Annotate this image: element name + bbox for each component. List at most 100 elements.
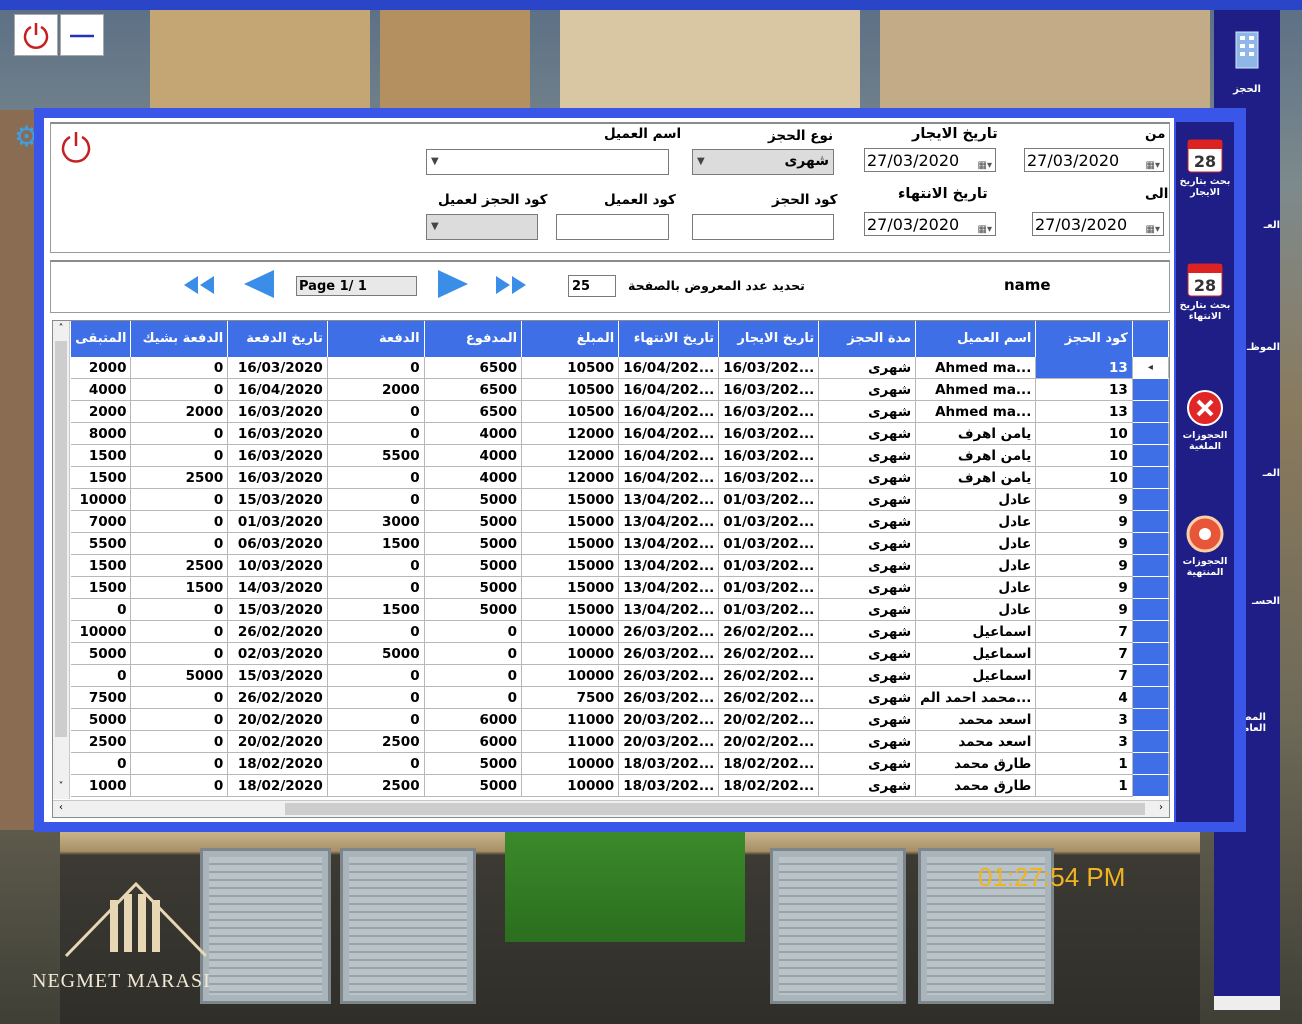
table-cell[interactable]: 6500 (424, 400, 523, 423)
table-cell[interactable]: 10000 (521, 752, 620, 775)
table-cell[interactable]: 0 (130, 488, 229, 511)
table-cell[interactable]: 10000 (521, 620, 620, 643)
grid-vertical-scrollbar[interactable]: ˄ ˅ (53, 321, 70, 799)
table-cell[interactable]: 1500 (71, 466, 132, 489)
table-cell[interactable]: عادل (915, 576, 1037, 599)
table-cell[interactable]: 0 (71, 664, 132, 687)
table-cell[interactable]: 10000 (71, 488, 132, 511)
table-cell[interactable]: 9 (1035, 554, 1133, 577)
table-cell[interactable]: طارق محمد (915, 774, 1037, 797)
table-cell[interactable]: 0 (327, 400, 425, 423)
table-row[interactable]: 7500 0 26/02/2020 0 0 7500 26/03/202... 26/02/2… (71, 686, 1169, 709)
column-header[interactable]: المتبقى (71, 321, 132, 357)
rent-date-picker[interactable]: 27/03/2020 ▦▾ (864, 148, 996, 172)
table-cell[interactable]: 8000 (71, 422, 132, 445)
scroll-right-icon[interactable]: › (1159, 802, 1163, 813)
customer-name-select[interactable]: ▼ (426, 149, 669, 175)
row-header[interactable] (1132, 378, 1169, 401)
table-cell[interactable]: 01/03/2020 (227, 510, 328, 533)
table-cell[interactable]: 0 (130, 357, 229, 379)
table-cell[interactable]: شهرى (818, 422, 917, 445)
table-cell[interactable]: اسماعيل (915, 620, 1037, 643)
customer-booking-code-select[interactable]: ▼ (426, 214, 538, 240)
table-cell[interactable]: 5500 (327, 444, 425, 467)
table-cell[interactable]: شهرى (818, 664, 917, 687)
table-cell[interactable]: طارق محمد (915, 752, 1037, 775)
table-cell[interactable]: 15/03/2020 (227, 664, 328, 687)
column-header[interactable]: الدفعة بشيك (130, 321, 229, 357)
table-cell[interactable]: اسماعيل (915, 642, 1037, 665)
table-cell[interactable]: 0 (130, 378, 229, 401)
table-cell[interactable]: 01/03/202... (718, 488, 820, 511)
table-cell[interactable]: 2000 (130, 400, 229, 423)
table-cell[interactable]: 1500 (71, 576, 132, 599)
column-header[interactable]: الدفعة (327, 321, 425, 357)
table-cell[interactable]: 16/04/202... (618, 466, 720, 489)
table-cell[interactable]: 16/03/202... (718, 444, 820, 467)
table-row[interactable]: 2000 2000 16/03/2020 0 6500 10500 16/04/202...… (71, 400, 1169, 423)
table-cell[interactable]: شهرى (818, 400, 917, 423)
table-cell[interactable]: Ahmed ma... (915, 378, 1037, 401)
table-cell[interactable]: شهرى (818, 510, 917, 533)
table-cell[interactable]: 10500 (521, 400, 620, 423)
table-row[interactable]: 10000 0 26/02/2020 0 0 10000 26/03/202... 26/02… (71, 620, 1169, 643)
table-cell[interactable]: 1500 (71, 444, 132, 467)
scroll-thumb[interactable] (55, 341, 67, 737)
table-cell[interactable]: 12000 (521, 422, 620, 445)
table-cell[interactable]: 9 (1035, 532, 1133, 555)
table-cell[interactable]: 15000 (521, 532, 620, 555)
table-cell[interactable]: 26/02/2020 (227, 686, 328, 709)
table-cell[interactable]: 1000 (71, 774, 132, 797)
row-header[interactable] (1132, 400, 1169, 423)
table-cell[interactable]: 01/03/202... (718, 510, 820, 533)
table-row[interactable]: 8000 0 16/03/2020 0 4000 12000 16/04/202... 16/… (71, 422, 1169, 445)
table-cell[interactable]: 5000 (71, 642, 132, 665)
table-cell[interactable]: 7 (1035, 642, 1133, 665)
table-cell[interactable]: 0 (130, 774, 229, 797)
table-cell[interactable]: 01/03/202... (718, 576, 820, 599)
row-header[interactable] (1132, 598, 1169, 621)
table-cell[interactable]: 9 (1035, 488, 1133, 511)
table-cell[interactable]: 6500 (424, 357, 523, 379)
table-cell[interactable]: شهرى (818, 708, 917, 731)
table-cell[interactable]: اسماعيل (915, 664, 1037, 687)
table-cell[interactable]: اسعد محمد (915, 708, 1037, 731)
table-cell[interactable]: 10 (1035, 466, 1133, 489)
table-row[interactable]: 10000 0 15/03/2020 0 5000 15000 13/04/202... 01… (71, 488, 1169, 511)
table-cell[interactable]: 2500 (130, 554, 229, 577)
table-cell[interactable]: 9 (1035, 510, 1133, 533)
table-cell[interactable]: 5000 (327, 642, 425, 665)
table-row[interactable]: 2000 0 16/03/2020 0 6500 10500 16/04/202... 16/… (71, 357, 1169, 379)
table-row[interactable]: 0 0 15/03/2020 1500 5000 15000 13/04/202... 01/… (71, 598, 1169, 621)
table-cell[interactable]: 6000 (424, 708, 523, 731)
table-cell[interactable]: 2500 (130, 466, 229, 489)
last-page-button[interactable] (490, 272, 530, 298)
table-cell[interactable]: 3 (1035, 730, 1133, 753)
table-cell[interactable]: 2500 (327, 774, 425, 797)
table-cell[interactable]: شهرى (818, 444, 917, 467)
table-cell[interactable]: شهرى (818, 466, 917, 489)
table-cell[interactable]: 7500 (521, 686, 620, 709)
table-cell[interactable]: 5000 (424, 488, 523, 511)
table-cell[interactable]: 16/04/202... (618, 444, 720, 467)
table-cell[interactable]: 26/02/202... (718, 686, 820, 709)
row-header[interactable] (1132, 620, 1169, 643)
table-cell[interactable]: 16/04/202... (618, 422, 720, 445)
table-cell[interactable]: 26/03/202... (618, 686, 720, 709)
table-cell[interactable]: 2000 (327, 378, 425, 401)
table-cell[interactable]: 0 (130, 642, 229, 665)
table-cell[interactable]: 10000 (71, 620, 132, 643)
table-cell[interactable]: 0 (130, 620, 229, 643)
table-cell[interactable]: 0 (130, 422, 229, 445)
table-cell[interactable]: 20/03/202... (618, 708, 720, 731)
search-by-end-date-button[interactable]: 28 بحث بتاريخ الانتهاء (1176, 258, 1234, 322)
table-cell[interactable]: 2000 (71, 357, 132, 379)
table-row[interactable]: 5500 0 06/03/2020 1500 5000 15000 13/04/202...… (71, 532, 1169, 555)
column-header[interactable]: تاريخ الانتهاء (618, 321, 720, 357)
table-cell[interactable]: 16/03/202... (718, 422, 820, 445)
table-cell[interactable]: 10 (1035, 422, 1133, 445)
table-row[interactable]: 0 0 18/02/2020 0 5000 10000 18/03/202... 18/02/… (71, 752, 1169, 775)
table-cell[interactable]: 1 (1035, 774, 1133, 797)
table-cell[interactable]: 5000 (424, 554, 523, 577)
table-cell[interactable]: 01/03/202... (718, 598, 820, 621)
